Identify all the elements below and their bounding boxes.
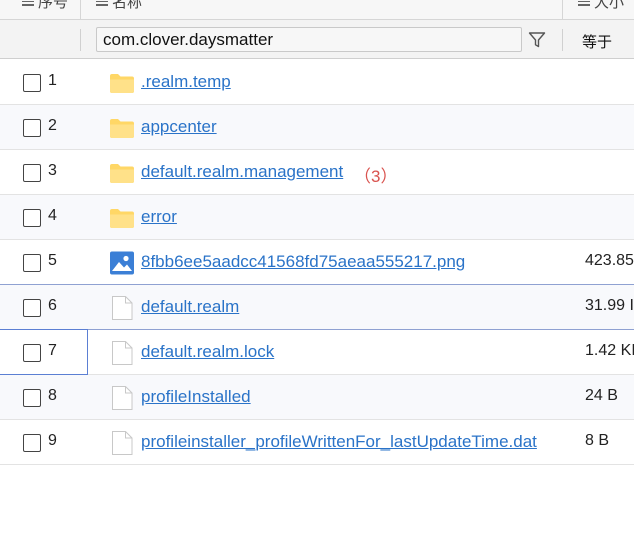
- list-icon: [578, 0, 590, 6]
- list-icon: [96, 0, 108, 6]
- file-size: 31.99 I: [585, 297, 634, 314]
- column-divider: [562, 29, 563, 51]
- file-list: 1 .realm.temp 2 appcenter 3 default.realm.man…: [0, 60, 634, 465]
- folder-icon: [109, 71, 135, 95]
- row-checkbox[interactable]: [23, 209, 41, 227]
- item-count-badge: （3）: [354, 167, 398, 186]
- table-row[interactable]: 6 default.realm 31.99 I: [0, 285, 634, 330]
- table-row[interactable]: 5 8fbb6ee5aadcc41568fd75aeaa555217.png 423…: [0, 240, 634, 285]
- row-index: 8: [48, 387, 57, 404]
- table-row[interactable]: 8 profileInstalled 24 B: [0, 375, 634, 420]
- row-checkbox[interactable]: [23, 164, 41, 182]
- column-name-header[interactable]: 名称: [96, 0, 142, 11]
- file-size: 24 B: [585, 387, 618, 404]
- row-checkbox[interactable]: [23, 74, 41, 92]
- filter-operator-select[interactable]: 等于: [582, 31, 612, 52]
- row-checkbox[interactable]: [23, 119, 41, 137]
- table-row[interactable]: 2 appcenter: [0, 105, 634, 150]
- row-checkbox[interactable]: [23, 389, 41, 407]
- row-checkbox[interactable]: [23, 434, 41, 452]
- file-name-link[interactable]: profileinstaller_profileWrittenFor_lastU…: [141, 432, 537, 452]
- folder-icon: [109, 161, 135, 185]
- row-index: 1: [48, 72, 57, 89]
- row-index: 4: [48, 207, 57, 224]
- row-index: 6: [48, 297, 57, 314]
- file-name-link[interactable]: default.realm.management: [141, 162, 343, 182]
- image-file-icon: [109, 251, 135, 275]
- column-divider[interactable]: [562, 0, 563, 20]
- table-row[interactable]: 7 default.realm.lock 1.42 KI: [0, 329, 634, 375]
- row-index: 7: [48, 342, 57, 359]
- file-browser: 序号 名称 大小 com.clover.daysmatter 等于 1 .real…: [0, 0, 634, 545]
- row-checkbox[interactable]: [23, 254, 41, 272]
- row-index: 5: [48, 252, 57, 269]
- file-name-link[interactable]: error: [141, 207, 177, 227]
- column-header: 序号 名称 大小: [0, 0, 634, 20]
- list-icon: [22, 0, 34, 6]
- file-name-link[interactable]: default.realm: [141, 297, 239, 317]
- row-index: 3: [48, 162, 57, 179]
- row-index: 2: [48, 117, 57, 134]
- file-size: 423.85: [585, 252, 634, 269]
- filter-icon[interactable]: [528, 31, 546, 49]
- file-name-link[interactable]: appcenter: [141, 117, 217, 137]
- row-checkbox[interactable]: [23, 299, 41, 317]
- file-icon: [109, 386, 135, 410]
- name-filter-input[interactable]: com.clover.daysmatter: [96, 27, 522, 52]
- filter-row: com.clover.daysmatter 等于: [0, 20, 634, 59]
- file-name-link[interactable]: 8fbb6ee5aadcc41568fd75aeaa555217.png: [141, 252, 465, 272]
- table-row[interactable]: 1 .realm.temp: [0, 60, 634, 105]
- file-icon: [109, 341, 135, 365]
- folder-icon: [109, 116, 135, 140]
- table-row[interactable]: 3 default.realm.management （3）: [0, 150, 634, 195]
- file-size: 1.42 KI: [585, 342, 634, 359]
- table-row[interactable]: 9 profileinstaller_profileWrittenFor_last…: [0, 420, 634, 465]
- file-icon: [109, 431, 135, 455]
- column-size-header[interactable]: 大小: [578, 0, 624, 11]
- column-divider[interactable]: [80, 0, 81, 20]
- file-name-link[interactable]: default.realm.lock: [141, 342, 274, 362]
- table-row[interactable]: 4 error: [0, 195, 634, 240]
- row-index: 9: [48, 432, 57, 449]
- folder-icon: [109, 206, 135, 230]
- column-divider: [80, 29, 81, 51]
- focused-cell-outline: [0, 329, 88, 375]
- row-checkbox[interactable]: [23, 344, 41, 362]
- column-index-header[interactable]: 序号: [22, 0, 68, 11]
- file-size: 8 B: [585, 432, 610, 449]
- file-name-link[interactable]: .realm.temp: [141, 72, 231, 92]
- file-icon: [109, 296, 135, 320]
- file-name-link[interactable]: profileInstalled: [141, 387, 251, 407]
